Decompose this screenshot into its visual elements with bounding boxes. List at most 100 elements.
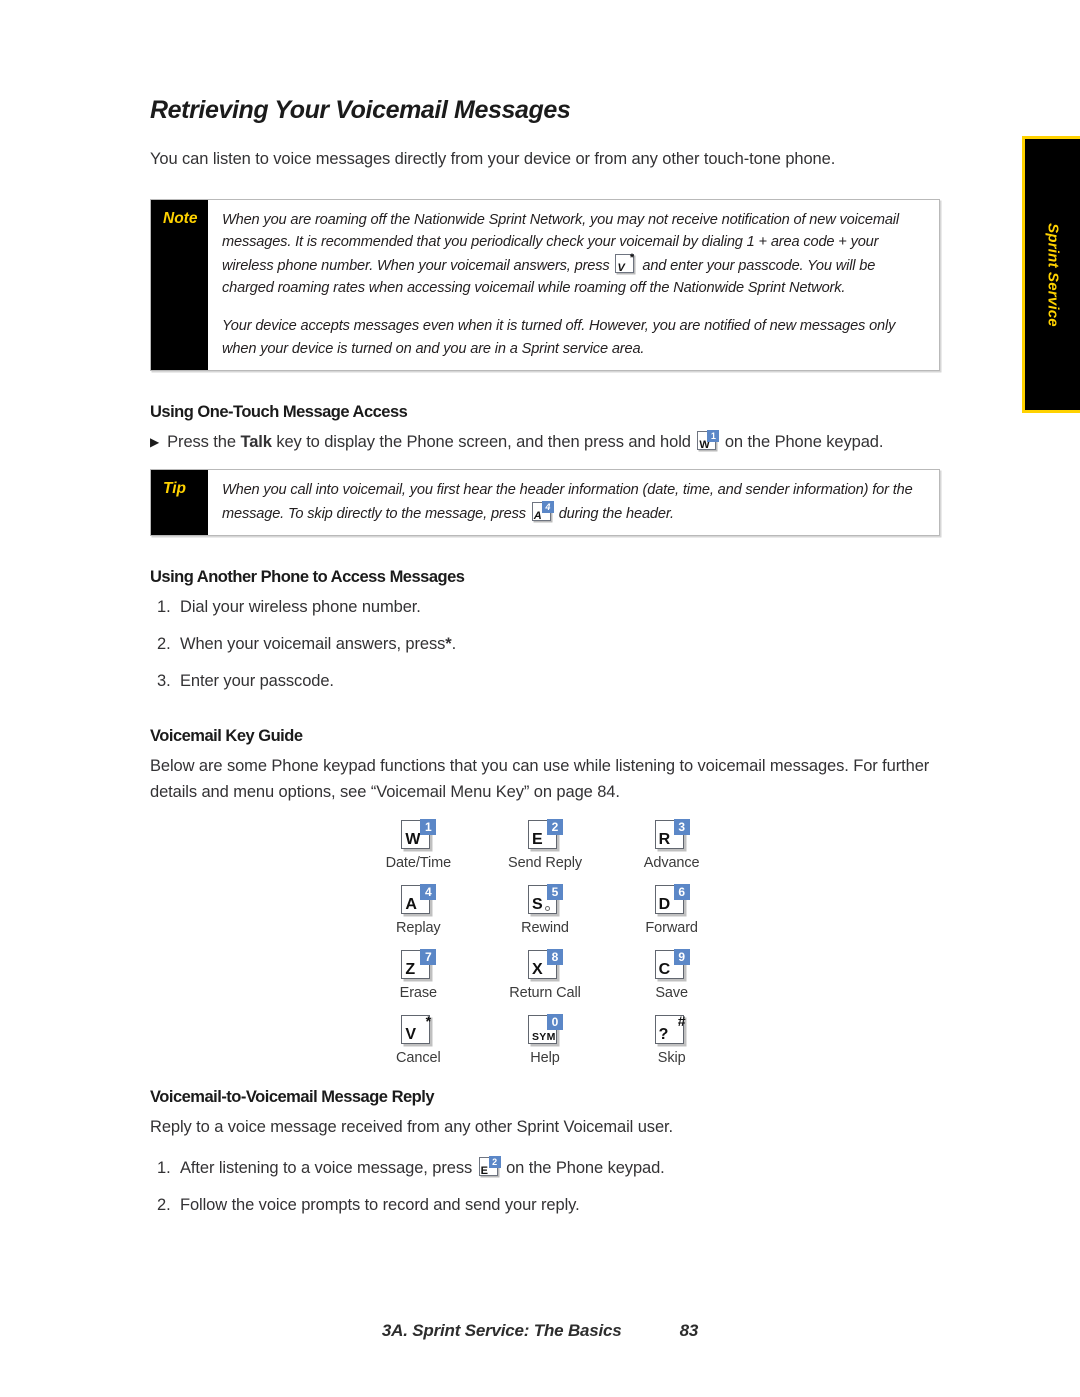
note-paragraph-1: When you are roaming off the Nationwide …: [222, 209, 925, 300]
key-icon-letter: V: [617, 261, 625, 274]
keypad-key-erase: Z 7 Erase: [355, 948, 482, 1001]
key-letter: W: [405, 830, 421, 848]
keypad-key-save: C 9 Save: [608, 948, 735, 1001]
list-item: 2. When your voicemail answers, press*.: [150, 632, 940, 657]
key-letter: ?: [658, 1025, 669, 1043]
footer-title: 3A. Sprint Service: The Basics: [381, 1321, 622, 1340]
key-icon-badge: 4: [541, 500, 554, 513]
tip-paragraph: When you call into voicemail, you first …: [222, 479, 925, 525]
key-icon-c-9: C9: [654, 948, 690, 982]
key-icon-letter: E: [480, 1165, 488, 1178]
key-letter: X: [531, 960, 543, 978]
note-paragraph-2: Your device accepts messages even when i…: [222, 318, 896, 357]
keypad-key-rewind: S 5 Rewind: [482, 883, 609, 936]
key-badge: 6: [673, 883, 690, 900]
one-touch-text-b: key to display the Phone screen, and the…: [276, 433, 691, 452]
key-icon-letter: A: [533, 509, 542, 522]
key-letter: SYM: [531, 1031, 556, 1044]
key-letter: C: [658, 960, 671, 978]
key-label: Forward: [645, 919, 698, 936]
key-badge: #: [677, 1012, 686, 1029]
footer-page-number: 83: [679, 1321, 699, 1340]
key-badge: 3: [673, 818, 690, 835]
page-content: Retrieving Your Voicemail Messages You c…: [150, 96, 940, 1230]
note-body: When you are roaming off the Nationwide …: [208, 200, 939, 371]
key-guide-description: Below are some Phone keypad functions th…: [150, 757, 930, 801]
key-badge: *: [425, 1012, 432, 1029]
keypad-key-cancel: V * Cancel: [355, 1012, 482, 1066]
key-letter: E: [531, 830, 543, 848]
list-item-text: After listening to a voice message, pres…: [180, 1156, 665, 1178]
key-label: Save: [655, 984, 688, 1001]
key-icon-?-hash: ? #: [654, 1012, 689, 1047]
key-icon-d-6: D6: [654, 883, 690, 917]
another-phone-step-list: 1. Dial your wireless phone number. 2. W…: [150, 595, 940, 693]
tip-callout: Tip When you call into voicemail, you fi…: [150, 468, 940, 537]
list-item-text: Follow the voice prompts to record and s…: [180, 1195, 580, 1214]
key-label: Send Reply: [508, 854, 582, 871]
key-icon-z-7: Z7: [401, 948, 437, 982]
list-item: 2. Follow the voice prompts to record an…: [150, 1193, 940, 1218]
key-letter: R: [658, 830, 671, 848]
vm-step-1-text-b: on the Phone keypad.: [506, 1159, 665, 1178]
key-badge: 7: [420, 948, 437, 965]
key-icon-v-star: V *: [615, 251, 636, 275]
list-item-text: When your voicemail answers, press*.: [180, 635, 456, 653]
key-dot-icon: [544, 905, 550, 911]
key-icon-r-3: R3: [654, 818, 690, 852]
key-letter: V: [405, 1025, 416, 1043]
list-item-number: 1.: [157, 598, 171, 617]
tip-body: When you call into voicemail, you first …: [208, 470, 939, 535]
keypad-key-skip: ? # Skip: [608, 1012, 735, 1066]
key-label: Erase: [399, 984, 438, 1001]
key-icon-sym-0: SYM 0: [527, 1013, 563, 1047]
heading-using-another-phone: Using Another Phone to Access Messages: [150, 568, 465, 587]
tip-label: Tip: [151, 469, 208, 536]
key-label: Help: [530, 1049, 560, 1066]
vm-to-vm-description: Reply to a voice message received from a…: [150, 1117, 673, 1136]
key-badge: 4: [420, 883, 437, 900]
arrow-bullet-icon: ▶: [150, 435, 160, 450]
list-item-text: Enter your passcode.: [180, 671, 334, 690]
key-label: Advance: [643, 854, 700, 871]
key-label: Replay: [396, 919, 441, 936]
list-item: 1. After listening to a voice message, p…: [150, 1156, 940, 1181]
document-page: Sprint Service Retrieving Your Voicemail…: [0, 0, 1080, 1397]
keypad-key-date-time: W 1 Date/Time: [355, 818, 482, 871]
key-label: Date/Time: [385, 854, 452, 871]
list-item-number: 2.: [157, 634, 171, 653]
heading-voicemail-key-guide: Voicemail Key Guide: [150, 727, 303, 746]
one-touch-step-text: Press the Talk key to display the Phone …: [167, 430, 883, 455]
one-touch-step: ▶ Press the Talk key to display the Phon…: [150, 430, 940, 455]
vm-to-vm-step-list: 1. After listening to a voice message, p…: [150, 1156, 940, 1218]
list-item-number: 2.: [157, 1195, 171, 1214]
keypad-key-advance: R 3 Advance: [608, 818, 735, 871]
key-icon-e-2: E2: [527, 818, 563, 852]
section-tab-sprint-service: Sprint Service: [1022, 136, 1080, 413]
keypad-key-send-reply: E 2 Send Reply: [482, 818, 609, 871]
key-icon-v-star: V *: [401, 1012, 435, 1047]
list-item-text: Dial your wireless phone number.: [180, 598, 421, 617]
key-badge: 2: [546, 818, 563, 835]
key-label: Skip: [657, 1049, 686, 1066]
key-label: Cancel: [396, 1049, 441, 1066]
key-icon-e-2: E 2: [478, 1156, 501, 1178]
one-touch-bold-talk: Talk: [240, 433, 272, 452]
keypad-key-forward: D 6 Forward: [608, 883, 735, 936]
key-letter: S: [531, 895, 543, 913]
list-item-text-b: .: [451, 634, 457, 653]
section-tab-label: Sprint Service: [1044, 222, 1061, 327]
list-item: 1. Dial your wireless phone number.: [150, 595, 940, 620]
note-label: Note: [151, 199, 208, 371]
key-label: Return Call: [509, 984, 581, 1001]
key-badge: 1: [420, 818, 437, 835]
key-badge: 0: [546, 1013, 563, 1030]
key-icon-w-1: W 1: [697, 430, 720, 452]
key-icon-a-4: A 4: [531, 500, 554, 523]
key-icon-badge: *: [629, 251, 634, 264]
voicemail-key-grid: W 1 Date/Time E 2 Send Reply R 3 Advance A 4 Replay…: [355, 818, 735, 1066]
page-title: Retrieving Your Voicemail Messages: [150, 96, 571, 124]
one-touch-text-a: Press the: [167, 433, 236, 452]
key-letter: A: [405, 895, 417, 913]
key-letter: Z: [405, 960, 416, 978]
